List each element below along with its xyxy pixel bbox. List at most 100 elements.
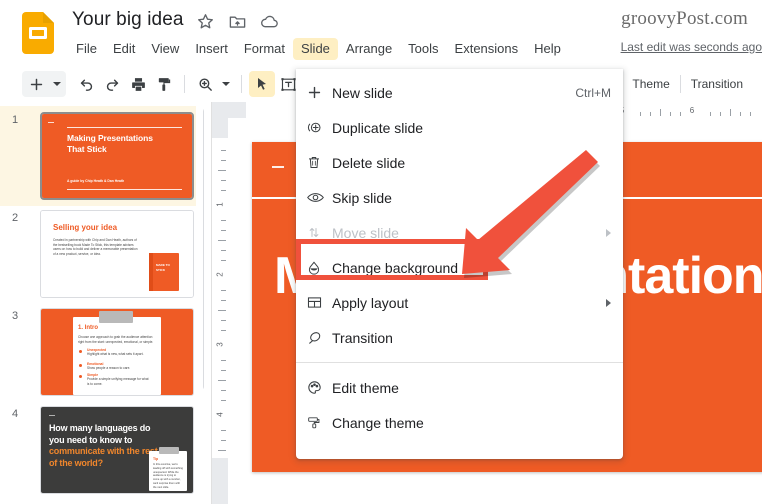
thumb3-bullet-2	[79, 364, 82, 367]
vruler-tick	[218, 170, 226, 171]
thumb3-b2-text: Show people a reason to care.	[87, 366, 131, 370]
menu-item-label: Change background	[332, 259, 459, 276]
menu-format[interactable]: Format	[236, 38, 293, 60]
slide-thumbnail-4[interactable]: How many languages do you need to know t…	[40, 406, 194, 494]
vruler-tick	[221, 160, 226, 161]
vruler-gray-bottom	[212, 458, 228, 504]
hruler-tick	[750, 112, 751, 116]
palette-icon	[306, 378, 332, 398]
hruler-tick	[720, 112, 721, 116]
menu-help[interactable]: Help	[526, 38, 569, 60]
vruler-tick	[221, 290, 226, 291]
menu-edit[interactable]: Edit	[105, 38, 143, 60]
slide-filmstrip[interactable]: 1 Making Presentations That Stick A guid…	[0, 102, 204, 504]
slide-menu-dropdown[interactable]: New slide Ctrl+M Duplicate slide Delete …	[296, 69, 623, 459]
vruler-tick	[221, 230, 226, 231]
menu-slide[interactable]: Slide	[293, 38, 338, 60]
slide-number-2: 2	[12, 212, 19, 224]
thumb3-lead: Choose one approach to grab the audience…	[78, 335, 154, 344]
menu-item-change-background[interactable]: Change background	[296, 250, 623, 285]
menu-item-delete-slide[interactable]: Delete slide	[296, 145, 623, 180]
watermark: groovyPost.com	[621, 8, 748, 29]
hruler-label-6: 6	[689, 106, 695, 115]
toolbar-right-group: Theme Transition	[621, 71, 753, 97]
menu-item-move-slide[interactable]: Move slide	[296, 215, 623, 250]
star-icon[interactable]	[196, 12, 215, 31]
new-slide-group[interactable]	[22, 71, 66, 97]
menu-item-label: Transition	[332, 329, 393, 346]
vruler-tick	[218, 310, 226, 311]
thumb4-card-text: In this exercise, we're leading off with…	[153, 463, 183, 489]
menu-insert[interactable]: Insert	[187, 38, 236, 60]
redo-button[interactable]	[99, 71, 125, 97]
new-slide-dropdown-caret-down-icon[interactable]	[49, 71, 65, 97]
menu-item-skip-slide[interactable]: Skip slide	[296, 180, 623, 215]
thumb3-b1-text: Highlight what is new, what sets it apar…	[87, 352, 144, 356]
slide-tick-mark	[272, 166, 284, 168]
select-tool-button[interactable]	[249, 71, 275, 97]
slide-thumbnail-1[interactable]: Making Presentations That Stick A guide …	[40, 112, 194, 200]
theme-button[interactable]: Theme	[622, 73, 679, 95]
menu-file[interactable]: File	[68, 38, 105, 60]
menu-item-label: Edit theme	[332, 379, 399, 396]
vruler-label-1: 1	[215, 202, 225, 207]
menu-item-new-slide[interactable]: New slide Ctrl+M	[296, 75, 623, 110]
title-action-icons	[196, 12, 279, 31]
transition-button[interactable]: Transition	[681, 73, 753, 95]
google-slides-window: Your big idea File Edit View Insert Form…	[0, 0, 762, 504]
thumb2-book-label: MADE TO STICK	[156, 263, 170, 272]
last-edit-status[interactable]: Last edit was seconds ago	[621, 40, 762, 54]
trash-icon	[306, 153, 332, 173]
thumb4-card-head: Tip	[153, 457, 159, 461]
menu-item-apply-layout[interactable]: Apply layout	[296, 285, 623, 320]
hruler-tick	[680, 112, 681, 116]
menu-bar: File Edit View Insert Format Slide Arran…	[68, 38, 569, 60]
hruler-tick	[660, 109, 661, 116]
cloud-saved-icon[interactable]	[260, 12, 279, 31]
hruler-tick	[670, 112, 671, 116]
vruler-label-4: 4	[215, 412, 225, 417]
new-slide-button[interactable]	[23, 71, 49, 97]
menu-item-change-theme[interactable]: Change theme	[296, 405, 623, 440]
thumb1-subtitle: A guide by Chip Heath & Dan Heath	[67, 179, 125, 183]
menu-item-label: Change theme	[332, 414, 424, 431]
menu-item-duplicate-slide[interactable]: Duplicate slide	[296, 110, 623, 145]
print-button[interactable]	[125, 71, 151, 97]
menu-item-edit-theme[interactable]: Edit theme	[296, 370, 623, 405]
thumb3-image	[99, 311, 133, 323]
menu-tools[interactable]: Tools	[400, 38, 446, 60]
thumb2-title: Selling your idea	[53, 223, 118, 232]
menu-item-transition[interactable]: Transition	[296, 320, 623, 355]
thumb3-b3-text: Provide a simple unifying message for wh…	[87, 377, 149, 386]
menu-extensions[interactable]: Extensions	[447, 38, 527, 60]
slide-number-1: 1	[12, 114, 19, 126]
hruler-tick	[650, 112, 651, 116]
hruler-gray-left	[228, 102, 246, 118]
menu-view[interactable]: View	[143, 38, 187, 60]
document-title[interactable]: Your big idea	[72, 9, 184, 31]
filmstrip-scrollbar[interactable]	[203, 108, 204, 390]
thumb2-book-cover	[149, 253, 179, 291]
zoom-button[interactable]	[192, 71, 218, 97]
vertical-ruler[interactable]: 1 2 3 4	[212, 102, 229, 504]
vruler-tick	[221, 430, 226, 431]
droplet-icon	[306, 258, 332, 278]
thumb1-tick	[48, 122, 54, 123]
undo-button[interactable]	[73, 71, 99, 97]
vruler-label-2: 2	[215, 272, 225, 277]
vruler-tick	[221, 400, 226, 401]
slide-thumbnail-2[interactable]: Selling your idea Created in partnership…	[40, 210, 194, 298]
move-to-folder-icon[interactable]	[228, 12, 247, 31]
thumb3-bullet-1	[79, 350, 82, 353]
duplicate-icon	[306, 118, 332, 138]
menu-arrange[interactable]: Arrange	[338, 38, 400, 60]
move-updown-icon	[306, 223, 332, 243]
paint-format-button[interactable]	[151, 71, 177, 97]
thumb4-title-part2: communicate with the rest of the world?	[49, 446, 158, 468]
thumb2-book-band	[149, 253, 153, 291]
thumb4-card-image	[159, 447, 179, 454]
vruler-tick	[221, 440, 226, 441]
slide-thumbnail-3[interactable]: 1. Intro Choose one approach to grab the…	[40, 308, 194, 396]
zoom-dropdown-caret-down-icon[interactable]	[218, 71, 234, 97]
thumb3-bullet-3	[79, 375, 82, 378]
